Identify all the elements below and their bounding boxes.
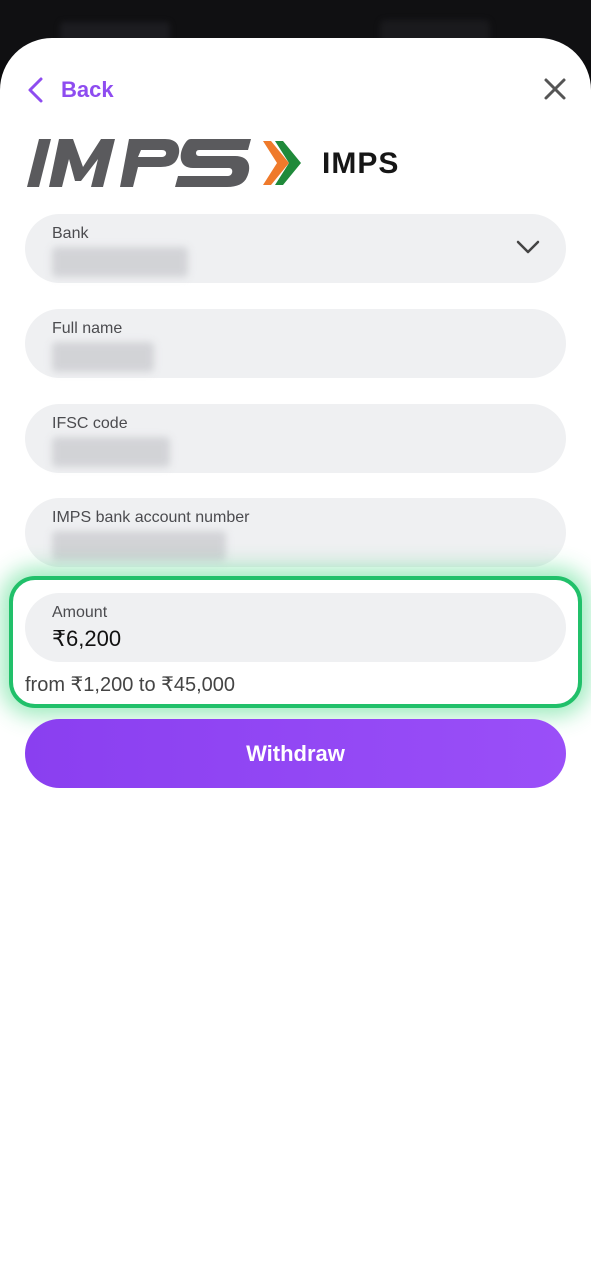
chevron-down-icon	[516, 240, 540, 254]
payment-method-logo	[25, 137, 305, 189]
account-number-label: IMPS bank account number	[52, 509, 250, 526]
withdraw-button[interactable]: Withdraw	[25, 719, 566, 788]
account-number-value-redacted	[52, 531, 226, 561]
bank-label: Bank	[52, 225, 89, 242]
full-name-value-redacted	[52, 342, 154, 372]
amount-field[interactable]: Amount	[25, 593, 566, 662]
close-icon[interactable]	[540, 74, 570, 104]
amount-input[interactable]	[52, 625, 532, 653]
amount-range-hint: from ₹1,200 to ₹45,000	[25, 674, 236, 696]
chevron-left-icon	[28, 77, 43, 103]
bank-select[interactable]: Bank	[25, 214, 566, 283]
back-label: Back	[61, 77, 114, 102]
payment-method-name: IMPS	[322, 147, 400, 180]
account-number-field[interactable]: IMPS bank account number	[25, 498, 566, 567]
imps-logo	[27, 139, 301, 187]
bank-value-redacted	[52, 247, 188, 277]
ifsc-value-redacted	[52, 437, 170, 467]
back-button[interactable]: Back	[25, 74, 114, 106]
amount-highlight: Amount from ₹1,200 to ₹45,000	[9, 576, 582, 708]
amount-label: Amount	[52, 604, 108, 621]
full-name-label: Full name	[52, 320, 123, 337]
ifsc-label: IFSC code	[52, 415, 128, 432]
ifsc-field[interactable]: IFSC code	[25, 404, 566, 473]
full-name-field[interactable]: Full name	[25, 309, 566, 378]
